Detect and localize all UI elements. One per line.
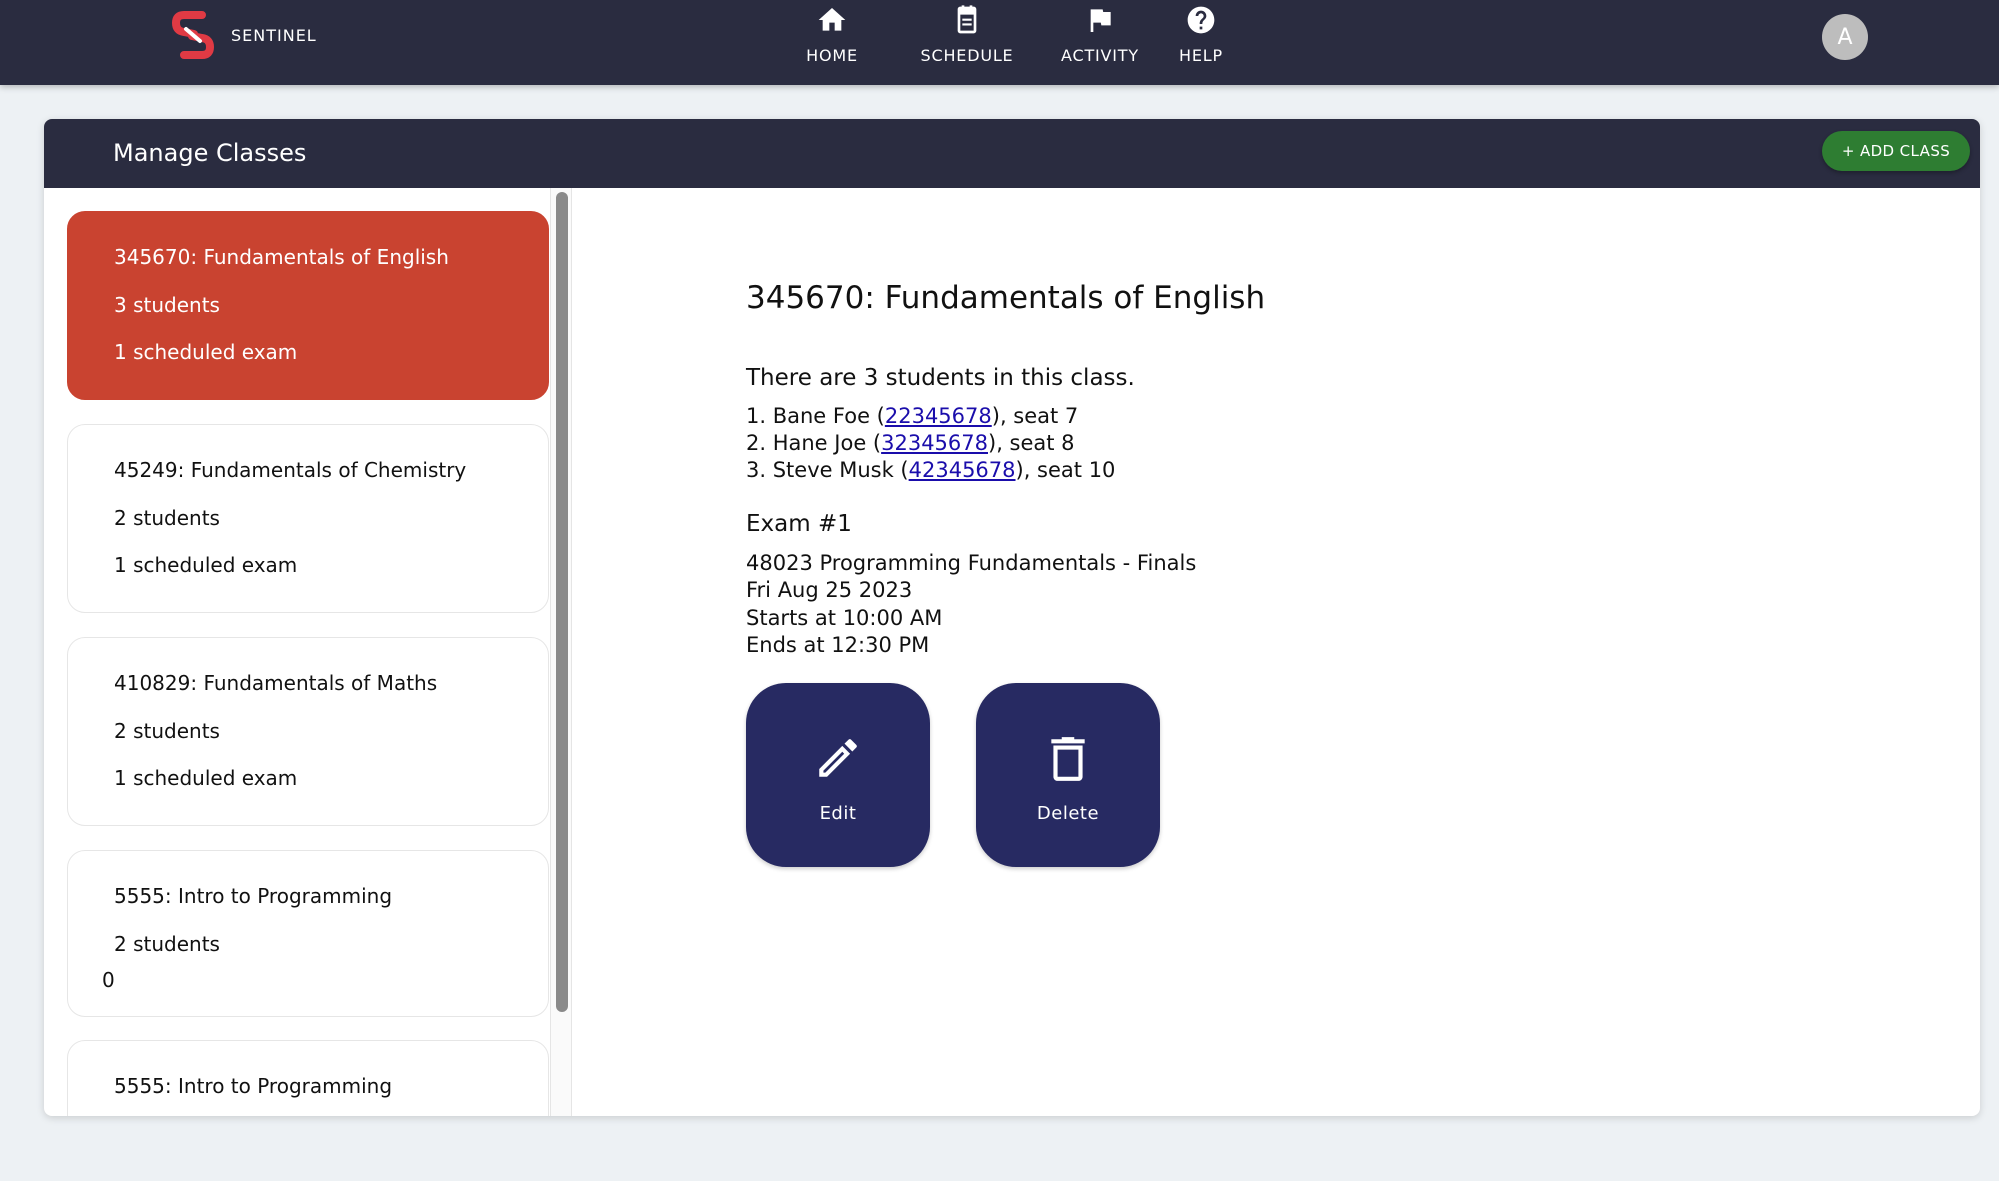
flag-icon [1090,9,1111,32]
brand-name: SENTINEL [231,25,317,45]
home-icon [818,8,846,31]
class-title: 5555: Intro to Programming [114,1074,393,1098]
student-name: 2. Hane Joe ( [746,431,882,455]
class-detail-title: 345670: Fundamentals of English [746,280,1266,316]
edit-button[interactable]: Edit [746,683,930,867]
calendar-icon [957,5,977,34]
exam-end-time: Ends at 12:30 PM [746,632,930,657]
exam-details: 48023 Programming Fundamentals - Finals … [746,550,1196,659]
nav-home[interactable]: HOME [790,0,874,85]
brand[interactable]: SENTINEL [172,11,317,59]
class-title: 45249: Fundamentals of Chemistry [114,458,467,482]
student-count-heading: There are 3 students in this class. [746,365,1135,391]
class-exam-count: 1 scheduled exam [114,553,298,577]
class-title: 345670: Fundamentals of English [114,245,449,269]
class-student-count: 3 students [114,293,220,317]
student-list: 1. Bane Foe (22345678), seat 7 2. Hane J… [746,403,1115,484]
student-seat: ), seat 10 [1015,458,1116,482]
main-nav: HOME SCHEDULE ACTIVITY HELP [790,0,1236,85]
class-list-scrollbar[interactable] [550,188,572,1116]
student-row: 2. Hane Joe (32345678), seat 8 [746,430,1115,457]
add-class-button[interactable]: + ADD CLASS [1822,131,1970,171]
class-student-count: 2 students [114,719,220,743]
student-name: 3. Steve Musk ( [746,458,909,482]
student-seat: ), seat 7 [991,404,1079,428]
student-seat: ), seat 8 [988,431,1075,455]
class-exam-count: 0 [102,968,115,992]
nav-activity[interactable]: ACTIVITY [1050,0,1150,85]
delete-button-label: Delete [1036,802,1100,824]
delete-button[interactable]: Delete [976,683,1160,867]
class-item-45249[interactable]: 45249: Fundamentals of Chemistry 2 stude… [67,424,549,613]
user-avatar[interactable]: A [1822,14,1868,60]
class-list[interactable]: 345670: Fundamentals of English 3 studen… [44,188,572,1116]
class-exam-count: 1 scheduled exam [114,766,298,790]
sentinel-logo-icon [172,11,214,59]
class-item-5555[interactable]: 5555: Intro to Programming 2 students 0 [67,850,549,1017]
class-student-count: 2 students [114,506,220,530]
exam-start-time: Starts at 10:00 AM [746,605,943,630]
help-icon [1187,6,1215,34]
student-row: 3. Steve Musk (42345678), seat 10 [746,457,1115,484]
exam-name: 48023 Programming Fundamentals - Finals [746,551,1197,575]
class-exam-count: 1 scheduled exam [114,340,298,364]
class-item-345670[interactable]: 345670: Fundamentals of English 3 studen… [67,211,549,400]
nav-activity-label: ACTIVITY [1061,46,1139,65]
nav-home-label: HOME [806,46,858,65]
student-name: 1. Bane Foe ( [746,404,885,428]
class-student-count: 2 students [114,932,220,956]
class-item-5555-duplicate[interactable]: 5555: Intro to Programming [67,1040,549,1116]
nav-help[interactable]: HELP [1166,0,1236,85]
class-title: 5555: Intro to Programming [114,884,393,908]
nav-schedule[interactable]: SCHEDULE [904,0,1030,85]
nav-schedule-label: SCHEDULE [920,46,1014,65]
pencil-icon [819,738,857,777]
student-id-link[interactable]: 32345678 [881,431,988,455]
top-navbar: SENTINEL HOME SCHEDULE ACTIVITY HELP A [0,0,1999,85]
exam-heading: Exam #1 [746,511,852,537]
trash-icon [1051,736,1085,781]
card-header: Manage Classes + ADD CLASS [44,119,1980,188]
edit-button-label: Edit [819,802,857,824]
student-row: 1. Bane Foe (22345678), seat 7 [746,403,1115,430]
class-title: 410829: Fundamentals of Maths [114,671,438,695]
scrollbar-thumb[interactable] [556,192,568,1012]
class-item-410829[interactable]: 410829: Fundamentals of Maths 2 students… [67,637,549,826]
student-id-link[interactable]: 42345678 [909,458,1016,482]
page-title: Manage Classes [113,139,307,167]
nav-help-label: HELP [1179,46,1223,65]
student-id-link[interactable]: 22345678 [885,404,992,428]
manage-classes-card: Manage Classes + ADD CLASS 345670: Funda… [44,119,1980,1116]
exam-date: Fri Aug 25 2023 [746,578,913,603]
